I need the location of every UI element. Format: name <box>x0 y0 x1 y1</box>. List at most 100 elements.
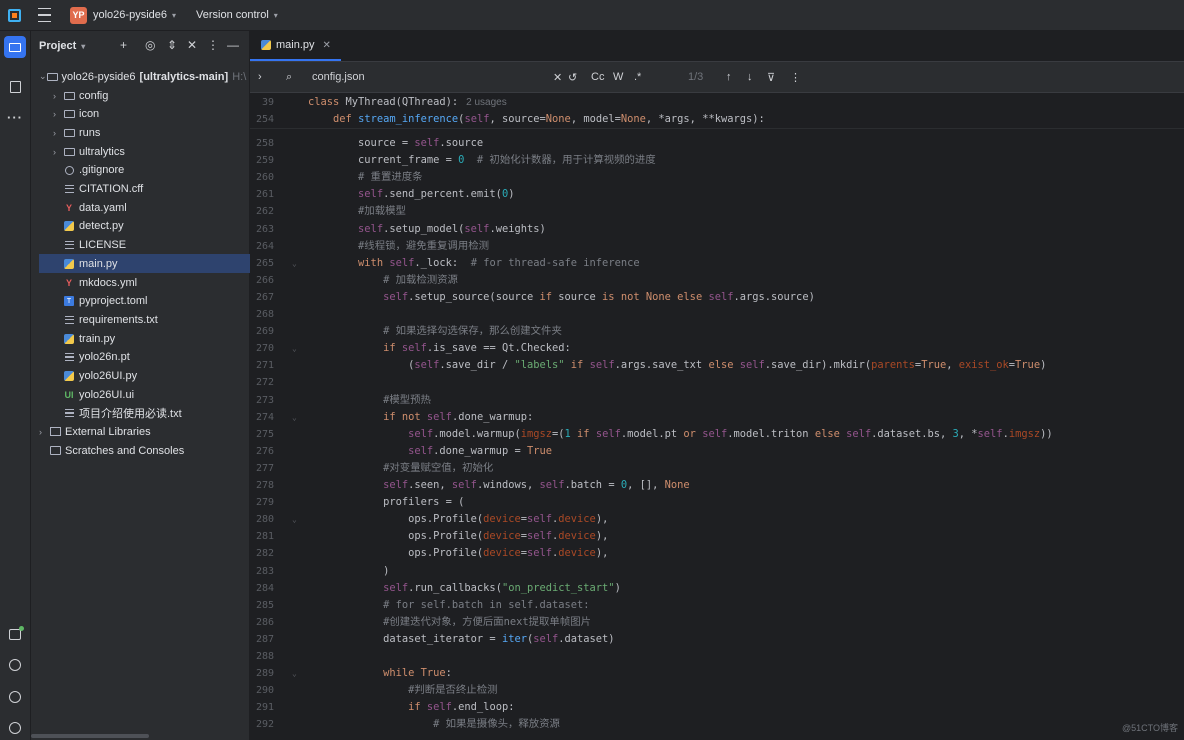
code-line[interactable]: 275 self.model.warmup(imgsz=(1 if self.m… <box>250 426 1184 443</box>
python-console-button[interactable] <box>4 654 26 676</box>
previous-match-icon[interactable]: ↑ <box>726 62 732 92</box>
code-line[interactable]: 280 ⌄ ops.Profile(device=self.device), <box>250 511 1184 528</box>
code-line[interactable]: 274 ⌄ if not self.done_warmup: <box>250 409 1184 426</box>
fold-icon[interactable]: ⌄ <box>292 511 297 528</box>
code-line[interactable]: 287 dataset_iterator = iter(self.dataset… <box>250 631 1184 648</box>
tree-item[interactable]: › icon <box>39 105 253 124</box>
code-line[interactable]: 270 ⌄ if self.is_save == Qt.Checked: <box>250 340 1184 357</box>
tree-item[interactable]: detect.py <box>39 217 253 236</box>
code-line[interactable]: 265 ⌄ with self._lock: # for thread-safe … <box>250 255 1184 272</box>
code-line[interactable]: 284 self.run_callbacks("on_predict_start… <box>250 580 1184 597</box>
more-tools-icon[interactable]: ··· <box>4 106 26 128</box>
add-icon[interactable]: + <box>120 38 127 52</box>
code-line[interactable]: 266 # 加载检测资源 <box>250 272 1184 289</box>
next-match-icon[interactable]: ↓ <box>747 62 753 92</box>
tree-item[interactable]: Ymkdocs.yml <box>39 273 253 292</box>
code-line[interactable]: 288 <box>250 648 1184 665</box>
project-panel-title[interactable]: Project ▾ <box>39 40 85 52</box>
close-icon[interactable]: ✕ <box>323 40 331 51</box>
code-line[interactable]: 267 self.setup_source(source if source i… <box>250 289 1184 306</box>
code-line[interactable]: 268 <box>250 306 1184 323</box>
tree-item[interactable]: Ydata.yaml <box>39 198 253 217</box>
tree-item[interactable]: 项目介绍使用必读.txt <box>39 404 253 423</box>
code-line[interactable]: 271 (self.save_dir / "labels" if self.ar… <box>250 357 1184 374</box>
line-number: 280 <box>255 514 274 526</box>
clear-icon[interactable]: ✕ <box>553 62 562 92</box>
vcs-menu[interactable]: Version control ▾ <box>196 0 278 30</box>
whole-words-toggle[interactable]: W <box>613 62 623 92</box>
text-file-icon <box>63 240 75 250</box>
locate-icon[interactable]: ◎ <box>145 38 155 52</box>
code-line[interactable]: 39 class MyThread(QThread): 2 usages <box>250 94 1184 112</box>
tab-main-py[interactable]: main.py ✕ <box>250 31 341 61</box>
code-line[interactable]: 263 self.setup_model(self.weights) <box>250 221 1184 238</box>
fold-icon[interactable]: ⌄ <box>292 255 297 272</box>
code-line[interactable]: 283 ) <box>250 563 1184 580</box>
filter-icon[interactable]: ⊽ <box>767 62 775 92</box>
regex-toggle[interactable]: .* <box>634 62 641 92</box>
tree-scratches[interactable]: Scratches and Consoles <box>39 441 239 460</box>
code-line[interactable]: 277 #对变量赋空值，初始化 <box>250 460 1184 477</box>
tree-item[interactable]: requirements.txt <box>39 310 253 329</box>
services-button[interactable] <box>4 717 26 739</box>
expand-all-icon[interactable]: ⇕ <box>167 38 177 52</box>
tree-item[interactable]: CITATION.cff <box>39 180 253 199</box>
tree-item[interactable]: yolo26UI.py <box>39 367 253 386</box>
tree-item[interactable]: Tpyproject.toml <box>39 292 253 311</box>
tree-item[interactable]: yolo26n.pt <box>39 348 253 367</box>
tree-item[interactable]: › config <box>39 86 253 105</box>
options-icon[interactable]: ⋮ <box>207 38 219 52</box>
code-line[interactable]: 289 ⌄ while True: <box>250 665 1184 682</box>
project-switcher[interactable]: YP yolo26-pyside6 ▾ <box>70 0 176 30</box>
run-tool-button[interactable] <box>4 623 26 645</box>
hide-panel-icon[interactable]: — <box>227 38 239 52</box>
tree-item[interactable]: main.py <box>39 254 253 274</box>
fold-icon[interactable]: ⌄ <box>292 665 297 682</box>
code-line[interactable]: 262 #加载模型 <box>250 203 1184 220</box>
fold-icon[interactable]: ⌄ <box>292 340 297 357</box>
python-packages-button[interactable] <box>4 686 26 708</box>
tree-item[interactable]: .gitignore <box>39 161 253 180</box>
code-text: self.run_callbacks("on_predict_start") <box>383 581 621 594</box>
tree-item[interactable]: UI yolo26UI.ui <box>39 385 253 404</box>
code-line[interactable]: 286 #创建迭代对象，方便后面next提取单帧图片 <box>250 614 1184 631</box>
code-line[interactable]: 258 source = self.source <box>250 135 1184 152</box>
code-line[interactable]: 285 # for self.batch in self.dataset: <box>250 597 1184 614</box>
tree-item[interactable]: train.py <box>39 329 253 348</box>
tree-external-libraries[interactable]: › External Libraries <box>39 422 239 441</box>
code-line[interactable]: 276 self.done_warmup = True <box>250 443 1184 460</box>
structure-tool-button[interactable] <box>4 76 26 98</box>
code-line[interactable]: 279 profilers = ( <box>250 494 1184 511</box>
code-line[interactable]: 261 self.send_percent.emit(0) <box>250 186 1184 203</box>
tree-item[interactable]: LICENSE <box>39 236 253 255</box>
tree-item[interactable]: › runs <box>39 123 253 142</box>
search-input[interactable]: config.json <box>312 62 552 92</box>
tree-root[interactable]: ⌄ yolo26-pyside6 [ultralytics-main] H:\ <box>39 67 246 86</box>
code-line[interactable]: 260 # 重置进度条 <box>250 169 1184 186</box>
code-line[interactable]: 292 # 如果是摄像头，释放资源 <box>250 716 1184 733</box>
app-logo[interactable] <box>8 0 21 30</box>
fold-icon[interactable]: ⌄ <box>292 409 297 426</box>
match-case-toggle[interactable]: Cc <box>591 62 604 92</box>
code-line[interactable]: 272 <box>250 374 1184 391</box>
code-line[interactable]: 282 ops.Profile(device=self.device), <box>250 545 1184 562</box>
history-icon[interactable]: ↺ <box>568 62 577 92</box>
expand-replace-icon[interactable]: › <box>258 62 262 92</box>
code-line[interactable]: 273 #模型预热 <box>250 392 1184 409</box>
line-number: 259 <box>255 155 274 167</box>
project-tool-button[interactable] <box>4 36 26 58</box>
code-line[interactable]: 291 if self.end_loop: <box>250 699 1184 716</box>
code-line[interactable]: 278 self.seen, self.windows, self.batch … <box>250 477 1184 494</box>
code-line[interactable]: 259 current_frame = 0 # 初始化计数器，用于计算视频的进度 <box>250 152 1184 169</box>
usages-hint[interactable]: 2 usages <box>466 97 507 108</box>
code-line[interactable]: 290 #判断是否终止检测 <box>250 682 1184 699</box>
code-line[interactable]: 269 # 如果选择勾选保存，那么创建文件夹 <box>250 323 1184 340</box>
code-line[interactable]: 281 ops.Profile(device=self.device), <box>250 528 1184 545</box>
collapse-all-icon[interactable]: ✕ <box>187 38 197 52</box>
main-menu-icon[interactable] <box>38 0 51 30</box>
tree-item[interactable]: › ultralytics <box>39 142 253 161</box>
code-line[interactable]: 264 #线程锁，避免重复调用检测 <box>250 238 1184 255</box>
code-line[interactable]: 254 def stream_inference(self, source=No… <box>250 111 1184 129</box>
more-options-icon[interactable]: ⋮ <box>790 62 801 92</box>
horizontal-scrollbar[interactable] <box>31 734 149 738</box>
